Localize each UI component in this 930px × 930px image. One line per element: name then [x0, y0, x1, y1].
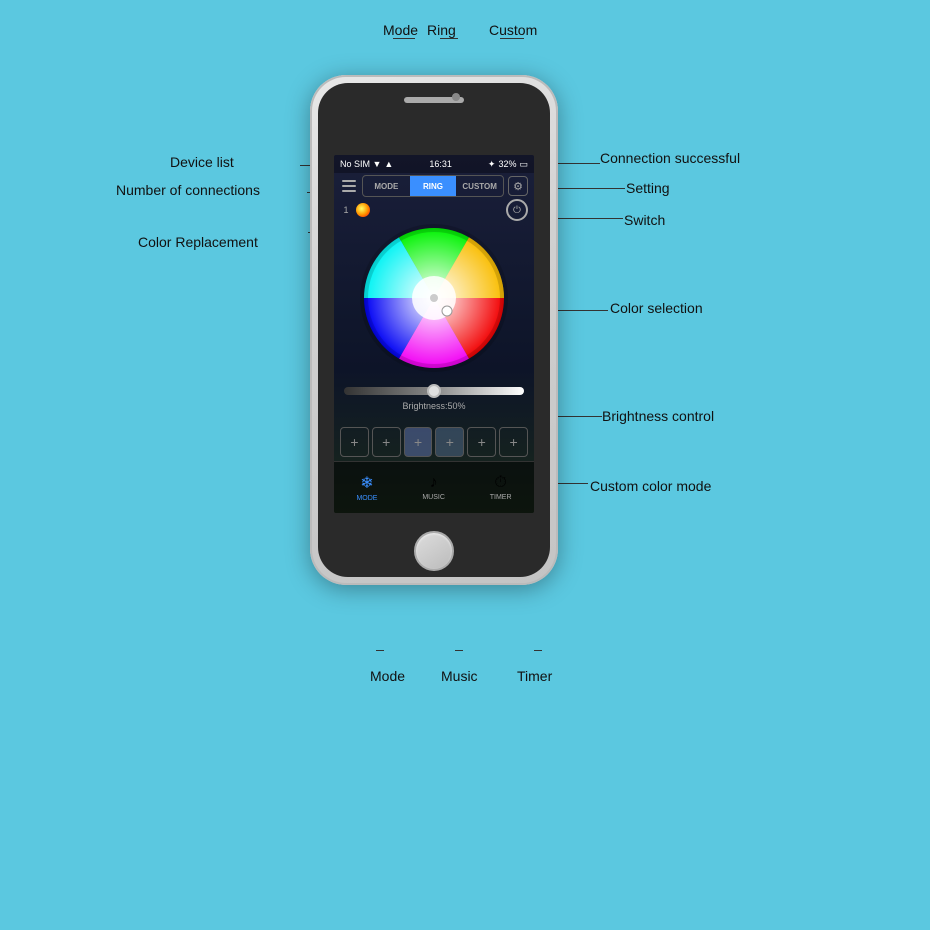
- battery-icon: ▭: [519, 159, 528, 170]
- hamburger-menu[interactable]: [340, 177, 358, 195]
- tab-group: MODE RING CUSTOM: [362, 175, 504, 197]
- timer-icon: ⏱: [494, 474, 506, 492]
- swatch-3[interactable]: +: [404, 427, 433, 457]
- battery-text: 32%: [498, 159, 516, 169]
- brightness-track: [344, 387, 524, 395]
- wifi-icon: ▲: [384, 159, 393, 169]
- swatch-2[interactable]: +: [372, 427, 401, 457]
- status-bar: No SIM ▼ ▲ 16:31 ✦ 32% ▭: [334, 155, 534, 173]
- swatch-1[interactable]: +: [340, 427, 369, 457]
- color-selection-label: Color selection: [610, 300, 703, 316]
- setting-label: Setting: [626, 180, 670, 196]
- nav-timer-label: TIMER: [490, 494, 512, 501]
- music-bottom-label: Music: [441, 668, 478, 684]
- swatch-5[interactable]: +: [467, 427, 496, 457]
- brightness-control-label: Brightness control: [602, 408, 714, 424]
- connection-successful-label: Connection successful: [600, 150, 740, 166]
- setting-line: [558, 188, 625, 189]
- brightness-thumb[interactable]: [427, 384, 441, 398]
- ring-annotation-label: Ring: [427, 22, 456, 38]
- mode-ann-line: [393, 38, 415, 39]
- nav-tabs: MODE RING CUSTOM ⚙: [340, 175, 528, 197]
- phone-camera: [452, 93, 460, 101]
- tab-mode[interactable]: MODE: [363, 176, 410, 196]
- timer-bottom-line: [534, 650, 542, 651]
- phone-screen: No SIM ▼ ▲ 16:31 ✦ 32% ▭ MODE RING: [334, 155, 534, 513]
- color-selection-line: [558, 310, 608, 311]
- bluetooth-icon: ✦: [488, 159, 496, 170]
- connection-successful-line: [558, 163, 600, 164]
- bottom-nav: ❄ MODE ♪ MUSIC ⏱ TIMER: [334, 461, 534, 513]
- nav-mode[interactable]: ❄ MODE: [356, 473, 377, 502]
- connection-count: 1: [340, 205, 352, 215]
- music-icon: ♪: [430, 474, 438, 492]
- mode-bottom-label: Mode: [370, 668, 405, 684]
- time-text: 16:31: [429, 159, 452, 169]
- custom-annotation-label: Custom: [489, 22, 537, 38]
- nav-music[interactable]: ♪ MUSIC: [422, 474, 445, 501]
- mode-icon: ❄: [360, 473, 373, 493]
- phone-shell: No SIM ▼ ▲ 16:31 ✦ 32% ▭ MODE RING: [310, 75, 558, 585]
- status-left: No SIM ▼ ▲: [340, 159, 393, 169]
- switch-label: Switch: [624, 212, 665, 228]
- brightness-control-line: [558, 416, 602, 417]
- mode-annotation-label: Mode: [383, 22, 418, 38]
- gear-button[interactable]: ⚙: [508, 176, 528, 196]
- device-list-label: Device list: [170, 154, 234, 170]
- ring-ann-line: [440, 38, 458, 39]
- nav-timer[interactable]: ⏱ TIMER: [490, 474, 512, 501]
- power-button[interactable]: ⏻: [506, 199, 528, 221]
- phone-inner: No SIM ▼ ▲ 16:31 ✦ 32% ▭ MODE RING: [318, 83, 550, 577]
- music-bottom-line: [455, 650, 463, 651]
- status-right: ✦ 32% ▭: [488, 159, 528, 170]
- custom-color-mode-line: [558, 483, 588, 484]
- nav-mode-label: MODE: [356, 495, 377, 502]
- color-wheel-svg: [359, 223, 509, 373]
- color-wheel[interactable]: [359, 223, 509, 373]
- swatches-row: + + + + + +: [340, 425, 528, 459]
- color-dot[interactable]: [356, 203, 370, 217]
- tab-custom[interactable]: CUSTOM: [456, 176, 503, 196]
- nav-music-label: MUSIC: [422, 494, 445, 501]
- home-button[interactable]: [414, 531, 454, 571]
- switch-line: [558, 218, 623, 219]
- brightness-label: Brightness:50%: [344, 401, 524, 411]
- custom-ann-line: [500, 38, 524, 39]
- color-replacement-label: Color Replacement: [138, 234, 258, 250]
- num-connections-label: Number of connections: [116, 182, 260, 198]
- carrier-text: No SIM ▼: [340, 159, 381, 169]
- connection-row: 1 ⏻: [340, 201, 528, 219]
- swatch-4[interactable]: +: [435, 427, 464, 457]
- custom-color-mode-label: Custom color mode: [590, 478, 711, 494]
- brightness-control: Brightness:50%: [344, 387, 524, 411]
- swatch-6[interactable]: +: [499, 427, 528, 457]
- tab-ring[interactable]: RING: [410, 176, 457, 196]
- timer-bottom-label: Timer: [517, 668, 552, 684]
- mode-bottom-line: [376, 650, 384, 651]
